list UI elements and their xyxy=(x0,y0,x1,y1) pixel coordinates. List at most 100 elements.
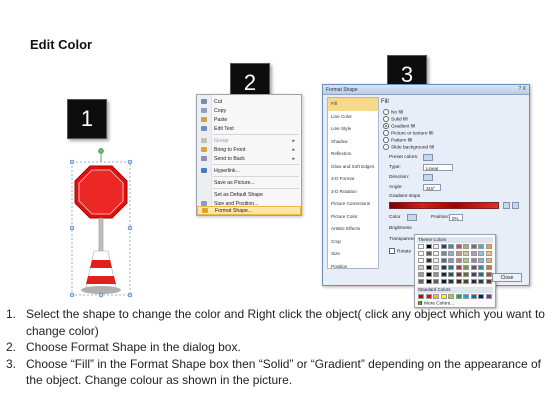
theme-color-swatch[interactable] xyxy=(470,272,477,277)
theme-color-swatch[interactable] xyxy=(455,251,462,256)
category-position[interactable]: Position xyxy=(328,261,378,274)
type-dropdown[interactable]: Linear xyxy=(423,164,453,171)
theme-color-swatch[interactable] xyxy=(463,251,469,256)
direction-dropdown[interactable] xyxy=(423,174,433,181)
theme-color-swatch[interactable] xyxy=(455,279,462,284)
gradient-stops-bar[interactable] xyxy=(389,202,499,209)
menu-item-set-default-shape[interactable]: Set as Default Shape xyxy=(197,190,301,199)
theme-color-swatch[interactable] xyxy=(448,265,454,270)
category-glow[interactable]: Glow and Soft Edges xyxy=(328,161,378,174)
remove-stop-button[interactable] xyxy=(512,202,519,209)
theme-color-swatch[interactable] xyxy=(455,272,462,277)
theme-color-swatch[interactable] xyxy=(470,279,477,284)
theme-color-swatch[interactable] xyxy=(418,279,424,284)
menu-item-copy[interactable]: Copy xyxy=(197,106,301,115)
theme-color-swatch[interactable] xyxy=(478,258,484,263)
theme-color-swatch[interactable] xyxy=(478,272,484,277)
angle-input[interactable]: 315° xyxy=(423,184,441,191)
category-size[interactable]: Size xyxy=(328,248,378,261)
theme-color-swatch[interactable] xyxy=(485,244,492,249)
theme-color-swatch[interactable] xyxy=(433,272,439,277)
option-no-fill[interactable]: No fill xyxy=(383,109,403,115)
menu-item-send-to-back[interactable]: Send to Back ▸ xyxy=(197,154,301,163)
theme-color-swatch[interactable] xyxy=(433,251,439,256)
standard-color-swatch[interactable] xyxy=(470,294,477,299)
theme-color-swatch[interactable] xyxy=(440,265,447,270)
option-gradient-fill[interactable]: Gradient fill xyxy=(383,123,415,129)
theme-color-swatch[interactable] xyxy=(448,251,454,256)
category-line-color[interactable]: Line Color xyxy=(328,111,378,124)
standard-color-swatch[interactable] xyxy=(478,294,484,299)
category-artistic-effects[interactable]: Artistic Effects xyxy=(328,223,378,236)
category-picture-corrections[interactable]: Picture Corrections xyxy=(328,198,378,211)
theme-color-swatch[interactable] xyxy=(440,272,447,277)
option-picture-fill[interactable]: Picture or texture fill xyxy=(383,130,433,136)
theme-color-swatch[interactable] xyxy=(448,272,454,277)
category-3d-rotation[interactable]: 3-D Rotation xyxy=(328,186,378,199)
theme-color-swatch[interactable] xyxy=(463,265,469,270)
category-picture-color[interactable]: Picture Color xyxy=(328,211,378,224)
theme-color-swatch[interactable] xyxy=(425,251,432,256)
theme-color-swatch[interactable] xyxy=(470,258,477,263)
standard-color-swatch[interactable] xyxy=(433,294,439,299)
theme-color-swatch[interactable] xyxy=(485,272,492,277)
theme-color-swatch[interactable] xyxy=(485,265,492,270)
category-shadow[interactable]: Shadow xyxy=(328,136,378,149)
theme-color-swatch[interactable] xyxy=(448,258,454,263)
theme-color-swatch[interactable] xyxy=(433,279,439,284)
standard-color-swatch[interactable] xyxy=(448,294,454,299)
theme-color-swatch[interactable] xyxy=(418,251,424,256)
color-picker-button[interactable] xyxy=(407,214,417,221)
theme-color-swatch[interactable] xyxy=(470,265,477,270)
menu-item-format-shape[interactable]: Format Shape... xyxy=(197,206,301,215)
menu-item-group[interactable]: Group ▸ xyxy=(197,136,301,145)
theme-color-swatch[interactable] xyxy=(433,265,439,270)
theme-color-swatch[interactable] xyxy=(440,251,447,256)
theme-color-swatch[interactable] xyxy=(455,265,462,270)
menu-item-cut[interactable]: Cut xyxy=(197,97,301,106)
theme-color-swatch[interactable] xyxy=(440,279,447,284)
rotate-checkbox[interactable]: Rotate xyxy=(389,248,411,254)
theme-color-swatch[interactable] xyxy=(418,258,424,263)
standard-color-swatch[interactable] xyxy=(440,294,447,299)
theme-color-swatch[interactable] xyxy=(478,279,484,284)
preset-colors-dropdown[interactable] xyxy=(423,154,433,161)
close-button[interactable]: Close xyxy=(492,273,522,282)
standard-color-swatch[interactable] xyxy=(485,294,492,299)
theme-color-swatch[interactable] xyxy=(478,265,484,270)
menu-item-bring-to-front[interactable]: Bring to Front ▸ xyxy=(197,145,301,154)
category-3d-format[interactable]: 3-D Format xyxy=(328,173,378,186)
theme-color-swatch[interactable] xyxy=(463,272,469,277)
option-pattern-fill[interactable]: Pattern fill xyxy=(383,137,412,143)
standard-color-swatch[interactable] xyxy=(418,294,424,299)
theme-color-swatch[interactable] xyxy=(425,258,432,263)
theme-color-swatch[interactable] xyxy=(463,258,469,263)
category-line-style[interactable]: Line Style xyxy=(328,123,378,136)
menu-item-paste[interactable]: Paste xyxy=(197,115,301,124)
theme-color-swatch[interactable] xyxy=(448,244,454,249)
theme-color-swatch[interactable] xyxy=(455,258,462,263)
standard-color-swatch[interactable] xyxy=(425,294,432,299)
category-fill[interactable]: Fill xyxy=(328,98,378,111)
theme-color-swatch[interactable] xyxy=(425,279,432,284)
theme-color-swatch[interactable] xyxy=(418,244,424,249)
theme-color-swatch[interactable] xyxy=(433,258,439,263)
option-slide-background-fill[interactable]: Slide background fill xyxy=(383,144,434,150)
theme-color-swatch[interactable] xyxy=(425,272,432,277)
menu-item-hyperlink[interactable]: Hyperlink... xyxy=(197,166,301,175)
theme-color-swatch[interactable] xyxy=(463,244,469,249)
theme-color-swatch[interactable] xyxy=(425,265,432,270)
theme-color-swatch[interactable] xyxy=(440,258,447,263)
theme-color-swatch[interactable] xyxy=(485,258,492,263)
theme-color-swatch[interactable] xyxy=(470,244,477,249)
theme-color-swatch[interactable] xyxy=(440,244,447,249)
category-crop[interactable]: Crop xyxy=(328,236,378,249)
standard-color-swatch[interactable] xyxy=(455,294,462,299)
standard-color-swatch[interactable] xyxy=(463,294,469,299)
option-solid-fill[interactable]: Solid fill xyxy=(383,116,408,122)
menu-item-save-as-picture[interactable]: Save as Picture... xyxy=(197,178,301,187)
theme-color-swatch[interactable] xyxy=(433,244,439,249)
theme-color-swatch[interactable] xyxy=(463,279,469,284)
position-input[interactable]: 0% xyxy=(449,214,463,221)
theme-color-swatch[interactable] xyxy=(418,265,424,270)
